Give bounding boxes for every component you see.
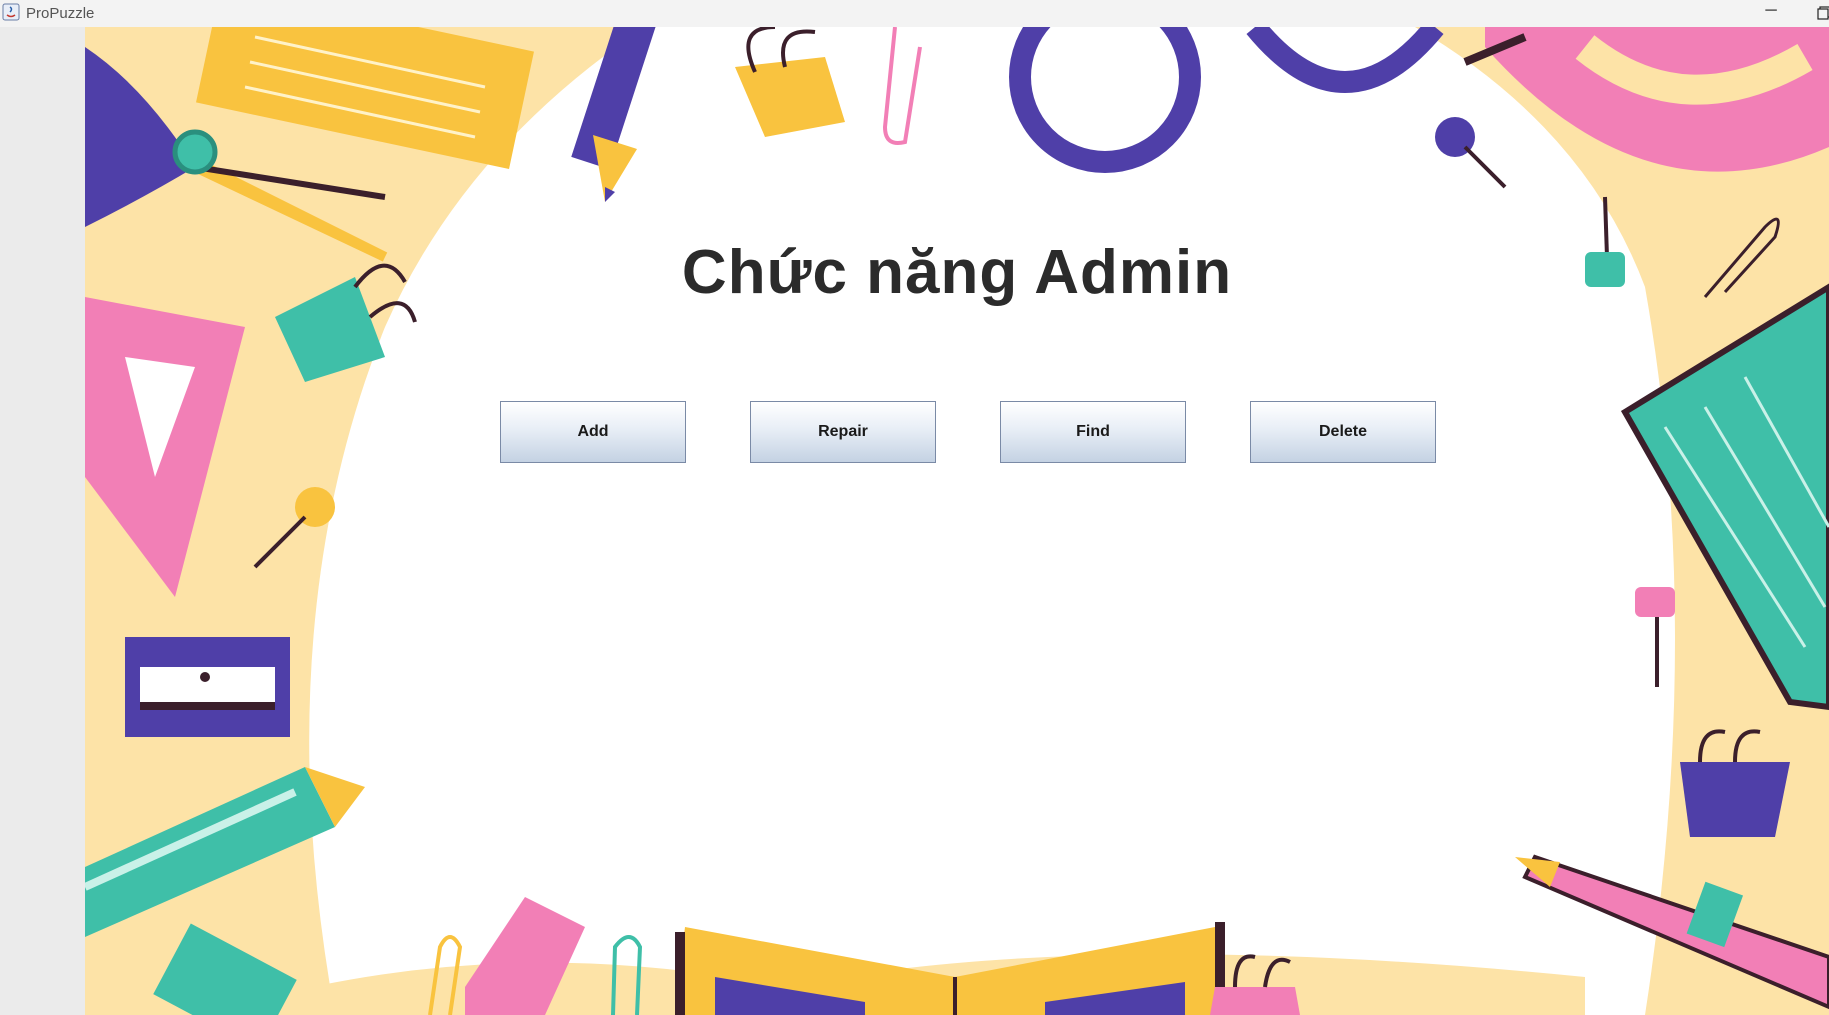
window-title: ProPuzzle <box>26 5 95 22</box>
binder-clip-icon <box>735 27 845 137</box>
left-gutter <box>0 27 85 1015</box>
pushpin-icon <box>1435 117 1507 189</box>
find-button[interactable]: Find <box>1000 401 1186 463</box>
paperclip-icon <box>882 27 922 145</box>
page-title: Chức năng Admin <box>681 238 1233 307</box>
stationery-background <box>85 27 1829 1015</box>
ring-icon <box>1009 27 1201 173</box>
repair-button[interactable]: Repair <box>750 401 936 463</box>
pushpin-icon <box>1635 587 1675 687</box>
delete-button[interactable]: Delete <box>1250 401 1436 463</box>
maximize-icon[interactable] <box>1817 6 1829 20</box>
add-button[interactable]: Add <box>500 401 686 463</box>
minimize-button[interactable]: ─ <box>1760 2 1782 24</box>
java-app-icon <box>2 3 20 21</box>
title-bar: ProPuzzle ─ <box>0 0 1829 27</box>
main-panel: Chức năng Admin Add Repair Find Delete <box>85 27 1829 1015</box>
sharpener-icon <box>125 637 290 737</box>
ring-icon <box>1246 27 1444 93</box>
